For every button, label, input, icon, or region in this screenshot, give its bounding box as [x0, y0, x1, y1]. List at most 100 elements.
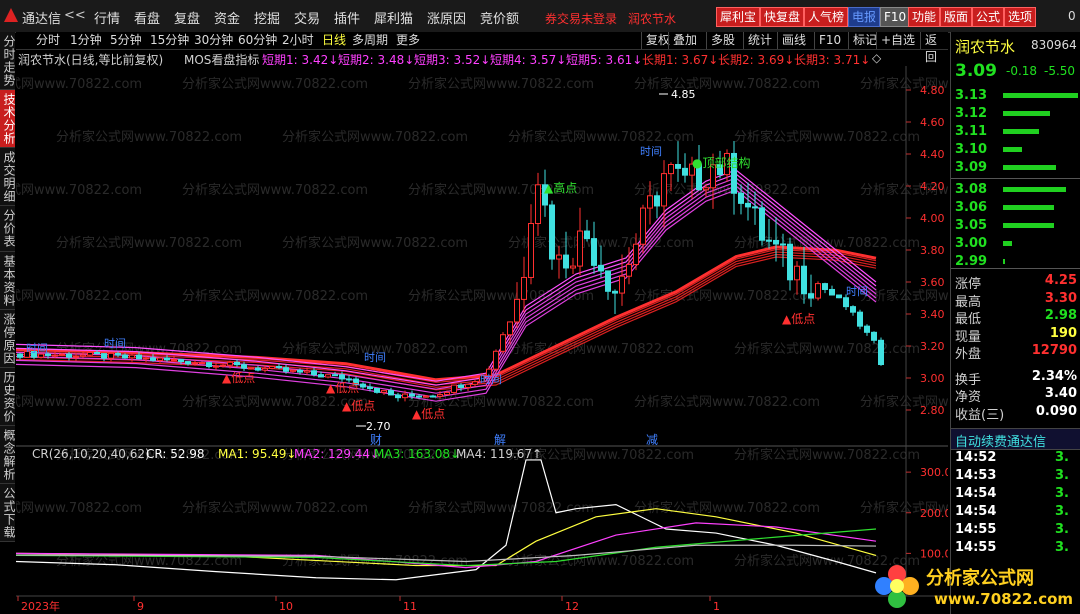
candle-body: [612, 290, 618, 294]
candle-body: [66, 353, 72, 358]
kline-chart[interactable]: 分析家公式网www.70822.com 分析家公式网www.70822.com 分析…: [16, 66, 948, 614]
left-tab-6[interactable]: 历史资价: [0, 368, 16, 426]
candle-body: [843, 297, 849, 308]
menu-item-4[interactable]: 挖掘: [254, 8, 280, 27]
candle-body: [871, 331, 877, 341]
menu-item-9[interactable]: 竞价额: [480, 8, 519, 27]
back-button[interactable]: <<: [64, 8, 86, 23]
period-5[interactable]: 60分钟: [238, 32, 277, 49]
watermark-text: 分析家公式网www.70822.com: [734, 129, 920, 145]
tool-1[interactable]: 叠加: [668, 32, 697, 49]
tool-7[interactable]: +自选: [876, 32, 915, 49]
candle-body: [423, 395, 429, 398]
candle-body: [143, 357, 149, 360]
candle-body: [206, 362, 212, 367]
stat-label-6: 净资: [955, 390, 982, 405]
left-tab-3[interactable]: 分价表: [0, 206, 16, 252]
long-ma-line: [16, 256, 877, 391]
left-tab-1[interactable]: 技术分析: [0, 90, 16, 148]
menu-item-6[interactable]: 插件: [334, 8, 360, 27]
period-4[interactable]: 30分钟: [194, 32, 233, 49]
menu-item-3[interactable]: 资金: [214, 8, 240, 27]
chart-options-icon[interactable]: ◇: [872, 51, 881, 65]
period-0[interactable]: 分时: [36, 32, 60, 49]
tool-4[interactable]: 画线: [777, 32, 806, 49]
candle-body: [304, 370, 310, 373]
candle-body: [388, 390, 394, 396]
menu-item-8[interactable]: 涨原因: [427, 8, 466, 27]
tick-price-1: 3.: [1055, 468, 1069, 483]
time-label: 时间: [26, 342, 48, 355]
orderbook-price-6: 3.06: [955, 200, 988, 215]
candle-body: [465, 383, 471, 388]
menu-item-5[interactable]: 交易: [294, 8, 320, 27]
period-6[interactable]: 2小时: [282, 32, 314, 49]
time-label: 时间: [480, 373, 502, 386]
tick-time-1: 14:53: [955, 468, 997, 483]
tool-3[interactable]: 统计: [743, 32, 772, 49]
tool-0[interactable]: 复权: [641, 32, 670, 49]
orderbook-volume-bar-5: [1003, 187, 1066, 192]
candle-body: [675, 164, 681, 169]
cr-name[interactable]: CR(26,10,20,40,62): [32, 447, 150, 461]
candle-body: [801, 265, 807, 295]
candle-body: [598, 264, 604, 272]
promo-banner[interactable]: 自动续费通达信: [951, 428, 1080, 450]
candle-body: [808, 293, 814, 299]
toolbar-button-6[interactable]: 版面: [940, 7, 973, 27]
orderbook-volume-bar-3: [1003, 147, 1022, 152]
candle-body: [654, 195, 660, 207]
price-axis-label: 4.00: [920, 212, 945, 225]
toolbar-button-1[interactable]: 快复盘: [760, 7, 805, 27]
orderbook-volume-bar-7: [1003, 223, 1054, 228]
price-axis-label: 2.80: [920, 404, 945, 417]
candle-body: [451, 384, 457, 393]
toolbar-button-7[interactable]: 公式: [972, 7, 1005, 27]
candle-body: [73, 355, 79, 358]
menu-item-1[interactable]: 看盘: [134, 8, 160, 27]
candle-body: [822, 283, 828, 290]
left-tab-0[interactable]: 分时走势: [0, 32, 16, 90]
left-tab-5[interactable]: 涨停原因: [0, 310, 16, 368]
watermark-text: 分析家公式网www.70822.com: [182, 76, 368, 92]
price-axis-label: 3.80: [920, 244, 945, 257]
toolbar-button-0[interactable]: 犀利宝: [716, 7, 761, 27]
orderbook-volume-bar-8: [1003, 241, 1012, 246]
period-1[interactable]: 1分钟: [70, 32, 102, 49]
watermark-text: 分析家公式网www.70822.com: [408, 76, 594, 92]
period-3[interactable]: 15分钟: [150, 32, 189, 49]
toolbar-button-5[interactable]: 功能: [908, 7, 941, 27]
watermark-text: 分析家公式网www.70822.com: [16, 288, 142, 304]
stats-divider: [951, 268, 1080, 269]
period-7[interactable]: 日线: [322, 32, 346, 49]
tick-price-4: 3.: [1055, 522, 1069, 537]
left-tab-4[interactable]: 基本资料: [0, 252, 16, 310]
left-tab-7[interactable]: 概念解析: [0, 426, 16, 484]
watermark-text: 分析家公式网www.70822.com: [16, 182, 142, 198]
stock-name: 润农节水: [955, 38, 1016, 56]
watermark-text: 分析家公式网www.70822.com: [182, 500, 368, 516]
tool-5[interactable]: F10: [814, 32, 841, 49]
toolbar-button-2[interactable]: 人气榜: [804, 7, 849, 27]
watermark-text: 分析家公式网www.70822.com: [282, 129, 468, 145]
tool-6[interactable]: 标记: [848, 32, 877, 49]
candle-body: [227, 361, 233, 366]
toolbar-button-4[interactable]: F10: [880, 7, 911, 27]
left-tab-8[interactable]: 公式下载: [0, 484, 16, 542]
candle-body: [150, 357, 156, 361]
toolbar-button-3[interactable]: 电报: [848, 7, 881, 27]
toolbar-button-8[interactable]: 选项: [1004, 7, 1037, 27]
menu-item-2[interactable]: 复盘: [174, 8, 200, 27]
candle-body: [213, 365, 219, 368]
period-2[interactable]: 5分钟: [110, 32, 142, 49]
candle-body: [129, 354, 135, 359]
period-9[interactable]: 更多: [396, 32, 420, 49]
menu-item-0[interactable]: 行情: [94, 8, 120, 27]
menu-item-7[interactable]: 犀利猫: [374, 8, 413, 27]
left-tab-2[interactable]: 成交明细: [0, 148, 16, 206]
quote-panel: 润农节水 830964 3.09 -0.18 -5.50 自动续费通达信 3.1…: [950, 32, 1080, 614]
period-8[interactable]: 多周期: [352, 32, 388, 49]
orderbook-price-2: 3.11: [955, 124, 988, 139]
tool-8[interactable]: 返回: [920, 32, 948, 64]
tool-2[interactable]: 多股: [706, 32, 735, 49]
